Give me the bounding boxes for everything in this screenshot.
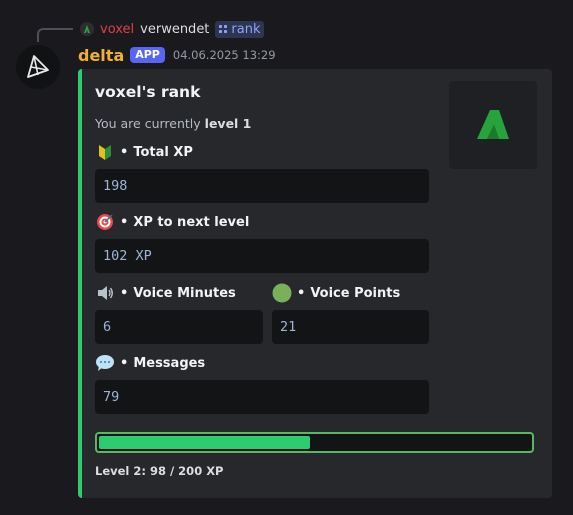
reply-username[interactable]: voxel — [100, 22, 134, 37]
xp-progress-fill — [99, 436, 311, 449]
field-xp-next-label: • XP to next level — [95, 212, 249, 232]
beginner-badge-icon — [95, 142, 115, 162]
field-voice-points-value: 21 — [272, 310, 429, 344]
reply-user-avatar[interactable] — [80, 22, 94, 36]
reply-context[interactable]: voxel verwendet rank — [80, 20, 264, 38]
delta-logo-icon — [27, 55, 49, 78]
slash-command-name: rank — [231, 21, 261, 37]
current-level: level 1 — [204, 116, 252, 131]
field-voice-minutes-value: 6 — [95, 310, 263, 344]
field-label-text: Total XP — [133, 144, 193, 160]
field-separator: • — [120, 285, 129, 301]
field-total-xp-value: 198 — [95, 169, 429, 203]
bot-username[interactable]: delta — [78, 46, 124, 65]
app-badge: APP — [130, 47, 165, 63]
field-separator: • — [120, 214, 129, 230]
message-timestamp[interactable]: 04.06.2025 13:29 — [173, 48, 276, 62]
field-separator: • — [297, 285, 306, 301]
speaker-icon — [95, 283, 115, 303]
field-voice-minutes-label: • Voice Minutes — [95, 283, 236, 303]
embed-description: You are currently level 1 — [95, 116, 251, 131]
command-icon — [219, 25, 228, 33]
embed-thumbnail[interactable] — [449, 81, 537, 169]
field-separator: • — [120, 144, 129, 160]
field-label-text: Voice Minutes — [133, 285, 236, 301]
slash-command-chip[interactable]: rank — [215, 20, 264, 38]
field-label-text: Voice Points — [310, 285, 401, 301]
speech-bubble-icon — [95, 353, 115, 373]
field-messages-label: • Messages — [95, 353, 205, 373]
xp-progress-bar — [95, 432, 534, 453]
field-voice-points-label: • Voice Points — [272, 283, 400, 303]
green-circle-icon — [272, 283, 292, 303]
embed-title: voxel's rank — [95, 83, 201, 101]
field-label-text: XP to next level — [133, 214, 250, 230]
reply-verb: verwendet — [140, 21, 210, 37]
field-xp-next-value: 102 XP — [95, 239, 429, 273]
server-logo-icon — [477, 110, 509, 139]
reply-connector — [37, 28, 73, 42]
description-prefix: You are currently — [95, 116, 205, 131]
level-progress-text: Level 2: 98 / 200 XP — [95, 464, 224, 478]
rank-embed: voxel's rank You are currently level 1 •… — [78, 69, 552, 498]
bot-avatar[interactable] — [16, 45, 60, 89]
field-total-xp-label: • Total XP — [95, 142, 193, 162]
message-header: delta APP 04.06.2025 13:29 — [78, 44, 276, 66]
field-label-text: Messages — [133, 355, 206, 371]
target-icon — [95, 212, 115, 232]
field-separator: • — [120, 355, 129, 371]
field-messages-value: 79 — [95, 380, 429, 414]
